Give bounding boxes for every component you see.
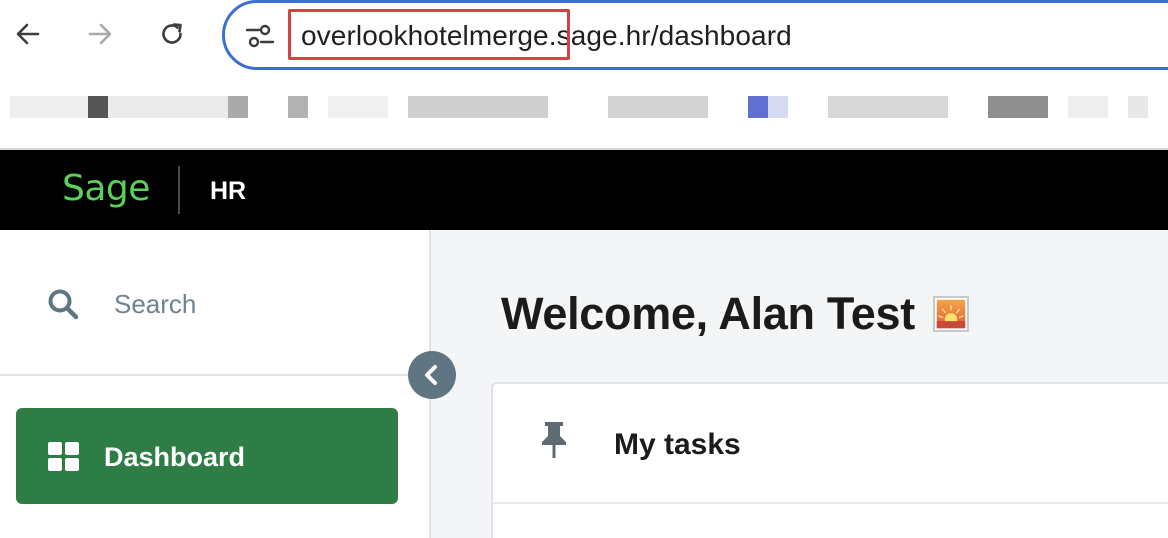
- bookmark-item[interactable]: [88, 96, 108, 118]
- forward-arrow-icon: [88, 23, 112, 45]
- url-highlight-box: [288, 9, 570, 60]
- chevron-left-icon: [425, 365, 437, 385]
- back-button[interactable]: [8, 14, 48, 54]
- browser-chrome: overlookhotelmerge.sage.hr/dashboard: [0, 0, 1168, 150]
- url-domain-path: .sage.hr/dashboard: [548, 20, 792, 51]
- sidebar-item-dashboard[interactable]: Dashboard: [16, 408, 398, 504]
- bookmark-item[interactable]: [228, 96, 248, 118]
- bookmark-item[interactable]: [108, 96, 248, 118]
- bookmark-item[interactable]: [608, 96, 708, 118]
- bookmark-item[interactable]: [988, 96, 1048, 118]
- bookmark-item[interactable]: [408, 96, 548, 118]
- sidebar-search: [0, 230, 429, 376]
- main-content: Welcome, Alan Test My tasks: [431, 230, 1168, 538]
- bookmark-item[interactable]: [1128, 96, 1148, 118]
- sidebar-collapse-button[interactable]: [408, 351, 456, 399]
- welcome-heading: Welcome, Alan Test: [501, 288, 915, 339]
- site-settings-icon[interactable]: [245, 23, 275, 49]
- bookmark-item[interactable]: [328, 96, 388, 118]
- sidebar: Dashboard: [0, 230, 431, 538]
- sunrise-emoji-icon: [933, 296, 969, 332]
- header-divider: [178, 166, 180, 214]
- reload-button[interactable]: [152, 14, 192, 54]
- dashboard-grid-icon: [48, 442, 79, 471]
- card-header[interactable]: My tasks: [493, 384, 1168, 504]
- search-icon: [48, 289, 79, 320]
- product-name: HR: [210, 177, 247, 205]
- search-input[interactable]: [114, 286, 394, 322]
- back-arrow-icon: [16, 23, 40, 45]
- bookmark-item[interactable]: [768, 96, 788, 118]
- reload-icon: [162, 23, 182, 44]
- sage-logo[interactable]: Sage: [62, 168, 150, 209]
- sidebar-item-label: Dashboard: [104, 442, 246, 472]
- bookmark-item[interactable]: [748, 96, 768, 118]
- bookmark-item[interactable]: [288, 96, 308, 118]
- pin-icon[interactable]: [537, 420, 571, 460]
- bookmark-item[interactable]: [10, 96, 90, 118]
- forward-button[interactable]: [80, 14, 120, 54]
- bookmarks-bar: [0, 96, 1168, 122]
- bookmark-item[interactable]: [828, 96, 948, 118]
- my-tasks-card: My tasks: [491, 382, 1168, 538]
- app-header: Sage HR: [0, 150, 1168, 230]
- bookmark-item[interactable]: [1068, 96, 1108, 118]
- card-title: My tasks: [614, 428, 741, 461]
